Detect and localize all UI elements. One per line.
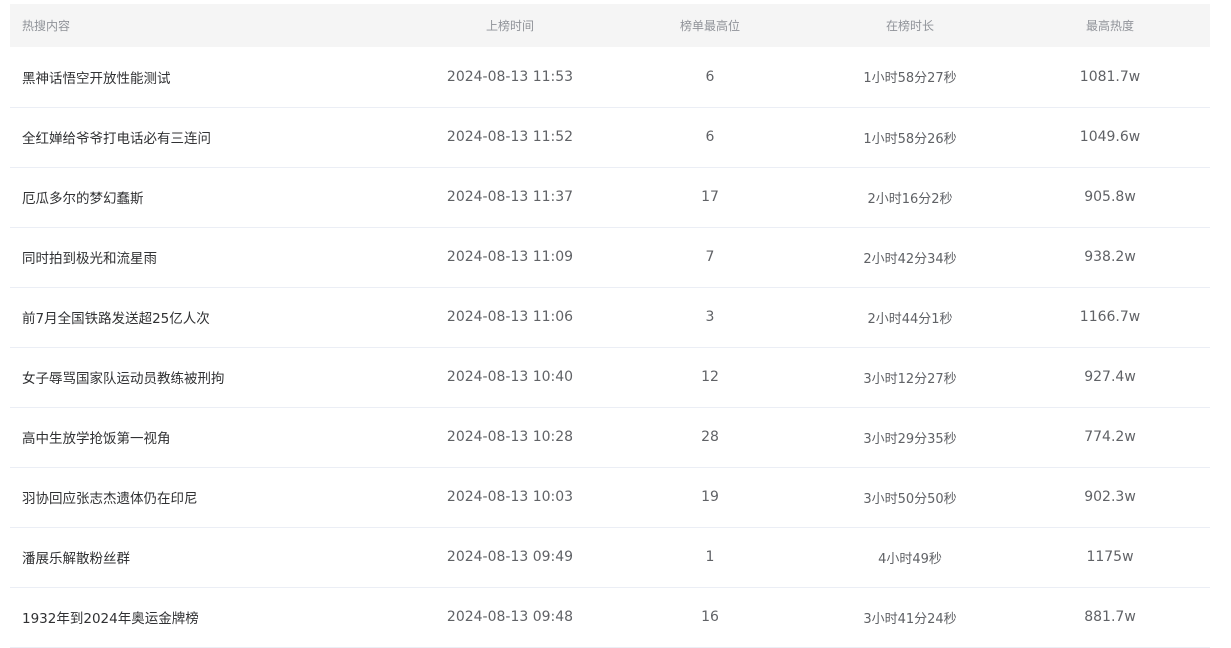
cell-duration: 2小时44分1秒 [867, 311, 953, 327]
cell-duration: 3小时29分35秒 [863, 431, 957, 447]
cell-time: 2024-08-13 09:49 [446, 549, 574, 565]
cell-title[interactable]: 潘展乐解散粉丝群 [10, 527, 410, 587]
cell-heat: 1175w [1086, 549, 1134, 565]
cell-rank: 3 [705, 309, 715, 325]
cell-title[interactable]: 女子辱骂国家队运动员教练被刑拘 [10, 347, 410, 407]
table-header: 热搜内容 上榜时间 榜单最高位 在榜时长 最高热度 [10, 4, 1210, 47]
cell-rank: 7 [705, 249, 715, 265]
cell-heat: 1166.7w [1079, 309, 1141, 325]
cell-heat: 905.8w [1084, 189, 1136, 205]
header-rank[interactable]: 榜单最高位 [610, 4, 810, 47]
cell-title[interactable]: 黑神话悟空开放性能测试 [10, 47, 410, 107]
cell-time: 2024-08-13 11:09 [446, 249, 574, 265]
table-row[interactable]: 1932年到2024年奥运金牌榜 2024-08-13 09:48 16 3小时41分… [10, 587, 1210, 647]
table-row[interactable]: 黑神话悟空开放性能测试 2024-08-13 11:53 6 1小时58分27秒 108… [10, 47, 1210, 107]
table-row[interactable]: 厄瓜多尔的梦幻蠢斯 2024-08-13 11:37 17 2小时16分2秒 905.8… [10, 167, 1210, 227]
cell-heat: 938.2w [1084, 249, 1136, 265]
cell-heat: 902.3w [1084, 489, 1136, 505]
cell-heat: 774.2w [1084, 429, 1136, 445]
table-header-row: 热搜内容 上榜时间 榜单最高位 在榜时长 最高热度 [10, 4, 1210, 47]
cell-rank: 28 [701, 429, 719, 445]
table-row[interactable]: 全红婵给爷爷打电话必有三连问 2024-08-13 11:52 6 1小时58分26秒… [10, 107, 1210, 167]
hot-search-table-container: 热搜内容 上榜时间 榜单最高位 在榜时长 最高热度 黑神话悟空开放性能测试 202… [10, 4, 1210, 648]
cell-duration: 3小时41分24秒 [863, 611, 957, 627]
cell-title[interactable]: 同时拍到极光和流星雨 [10, 227, 410, 287]
cell-duration: 4小时49秒 [878, 551, 942, 567]
header-heat[interactable]: 最高热度 [1010, 4, 1210, 47]
cell-rank: 17 [701, 189, 719, 205]
cell-time: 2024-08-13 11:06 [446, 309, 574, 325]
header-title[interactable]: 热搜内容 [10, 4, 410, 47]
cell-rank: 1 [705, 549, 715, 565]
cell-heat: 1081.7w [1079, 68, 1141, 85]
cell-title[interactable]: 全红婵给爷爷打电话必有三连问 [10, 107, 410, 167]
cell-time: 2024-08-13 10:03 [446, 489, 574, 505]
cell-time: 2024-08-13 11:53 [446, 68, 574, 85]
cell-time: 2024-08-13 09:48 [446, 609, 574, 625]
cell-duration: 2小时42分34秒 [863, 251, 957, 267]
table-row[interactable]: 同时拍到极光和流星雨 2024-08-13 11:09 7 2小时42分34秒 938.… [10, 227, 1210, 287]
table-row[interactable]: 羽协回应张志杰遗体仍在印尼 2024-08-13 10:03 19 3小时50分50秒… [10, 467, 1210, 527]
header-duration[interactable]: 在榜时长 [810, 4, 1010, 47]
cell-duration: 1小时58分27秒 [863, 71, 957, 87]
cell-title[interactable]: 羽协回应张志杰遗体仍在印尼 [10, 467, 410, 527]
cell-duration: 3小时12分27秒 [863, 371, 957, 387]
cell-time: 2024-08-13 10:40 [446, 369, 574, 385]
cell-rank: 19 [701, 489, 719, 505]
cell-title[interactable]: 高中生放学抢饭第一视角 [10, 407, 410, 467]
cell-heat: 927.4w [1084, 369, 1136, 385]
cell-duration: 1小时58分26秒 [863, 131, 957, 147]
cell-title[interactable]: 1932年到2024年奥运金牌榜 [10, 587, 410, 647]
cell-time: 2024-08-13 10:28 [446, 429, 574, 445]
cell-duration: 2小时16分2秒 [867, 191, 953, 207]
table-row[interactable]: 前7月全国铁路发送超25亿人次 2024-08-13 11:06 3 2小时44分1秒… [10, 287, 1210, 347]
cell-time: 2024-08-13 11:52 [446, 129, 574, 145]
cell-heat: 1049.6w [1079, 129, 1141, 145]
header-time[interactable]: 上榜时间 [410, 4, 610, 47]
cell-rank: 6 [705, 68, 715, 85]
table-row[interactable]: 高中生放学抢饭第一视角 2024-08-13 10:28 28 3小时29分35秒 77… [10, 407, 1210, 467]
cell-heat: 881.7w [1084, 609, 1136, 625]
cell-title[interactable]: 厄瓜多尔的梦幻蠢斯 [10, 167, 410, 227]
cell-rank: 16 [701, 609, 719, 625]
hot-search-table: 热搜内容 上榜时间 榜单最高位 在榜时长 最高热度 黑神话悟空开放性能测试 202… [10, 4, 1210, 648]
cell-rank: 12 [701, 369, 719, 385]
table-body: 黑神话悟空开放性能测试 2024-08-13 11:53 6 1小时58分27秒 108… [10, 47, 1210, 647]
cell-rank: 6 [705, 129, 715, 145]
cell-time: 2024-08-13 11:37 [446, 189, 574, 205]
table-row[interactable]: 女子辱骂国家队运动员教练被刑拘 2024-08-13 10:40 12 3小时12分2… [10, 347, 1210, 407]
cell-duration: 3小时50分50秒 [863, 491, 957, 507]
table-row[interactable]: 潘展乐解散粉丝群 2024-08-13 09:49 1 4小时49秒 1175w [10, 527, 1210, 587]
cell-title[interactable]: 前7月全国铁路发送超25亿人次 [10, 287, 410, 347]
